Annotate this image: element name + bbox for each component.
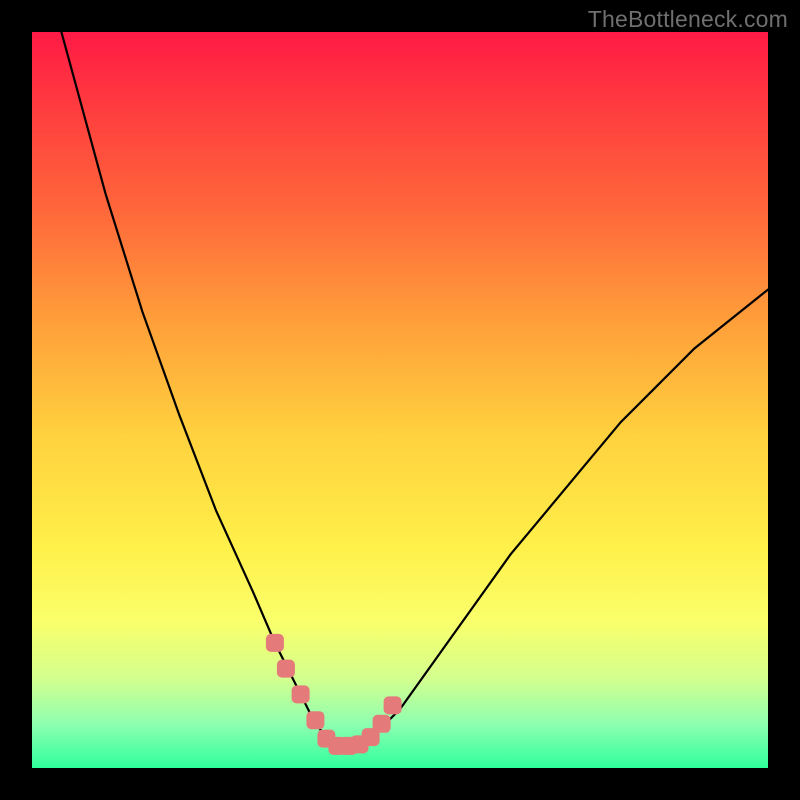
plot-area bbox=[32, 32, 768, 768]
chart-svg bbox=[32, 32, 768, 768]
highlight-marker bbox=[384, 696, 402, 714]
highlight-marker bbox=[266, 634, 284, 652]
watermark-text: TheBottleneck.com bbox=[588, 6, 788, 33]
bottleneck-curve bbox=[61, 32, 768, 746]
highlight-marker bbox=[277, 660, 295, 678]
highlight-marker bbox=[292, 685, 310, 703]
highlight-marker bbox=[306, 711, 324, 729]
chart-frame: TheBottleneck.com bbox=[0, 0, 800, 800]
highlight-markers-group bbox=[266, 634, 402, 755]
highlight-marker bbox=[373, 715, 391, 733]
